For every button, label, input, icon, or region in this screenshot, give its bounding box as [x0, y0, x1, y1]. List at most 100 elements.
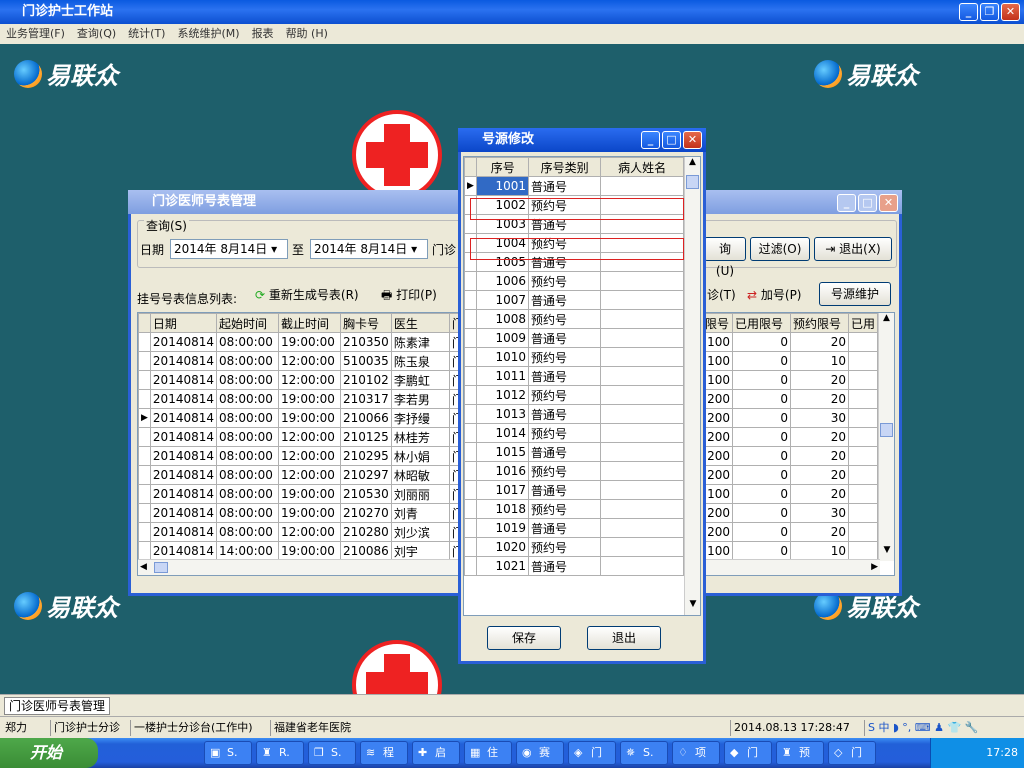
- column-header[interactable]: 已用限号: [732, 313, 791, 333]
- taskbar-item[interactable]: ♢ 项: [672, 741, 720, 765]
- table-row[interactable]: 2014081408:00:0012:00:00210295林小娟门: [138, 446, 467, 466]
- patient-name-cell[interactable]: [600, 328, 684, 348]
- visit-button[interactable]: 诊(T): [707, 284, 736, 306]
- seq-type-cell[interactable]: 普通号: [528, 290, 602, 310]
- menu-system[interactable]: 系统维护(M): [171, 24, 245, 44]
- table-row[interactable]: 200 0 20: [702, 522, 879, 542]
- menu-help[interactable]: 帮助 (H): [280, 24, 334, 44]
- table-row[interactable]: 100 0 20: [702, 332, 879, 352]
- column-header[interactable]: 预约限号: [790, 313, 849, 333]
- seq-type-cell[interactable]: 预约号: [528, 385, 602, 405]
- patient-name-cell[interactable]: [600, 347, 684, 367]
- source-grid[interactable]: 序号 序号类别 病人姓名 ▶ 1001 普通号 1002 预约号 1003 普通号 1004 预约号…: [463, 156, 701, 616]
- patient-name-cell[interactable]: [600, 176, 684, 196]
- table-row[interactable]: 100 0 20: [702, 484, 879, 504]
- taskbar-item[interactable]: ▣ S.: [204, 741, 252, 765]
- patient-name-cell[interactable]: [600, 537, 684, 557]
- seq-type-cell[interactable]: 普通号: [528, 556, 602, 576]
- table-row[interactable]: 200 0 30: [702, 408, 879, 428]
- patient-name-cell[interactable]: [600, 556, 684, 576]
- exit-button[interactable]: 退出: [587, 626, 661, 650]
- column-header[interactable]: 病人姓名: [600, 157, 684, 177]
- filter-button[interactable]: 过滤(O): [750, 237, 810, 261]
- table-row[interactable]: 1009 普通号: [464, 328, 684, 348]
- table-row[interactable]: 100 0 10: [702, 541, 879, 561]
- taskbar-item[interactable]: ≋ 程: [360, 741, 408, 765]
- table-row[interactable]: 1012 预约号: [464, 385, 684, 405]
- seq-type-cell[interactable]: 普通号: [528, 176, 602, 196]
- table-row[interactable]: 2014081408:00:0012:00:00210125林桂芳门: [138, 427, 467, 447]
- patient-name-cell[interactable]: [600, 366, 684, 386]
- menu-report[interactable]: 报表: [246, 24, 280, 44]
- mdi-tab-schedule[interactable]: 门诊医师号表管理: [4, 697, 111, 715]
- patient-name-cell[interactable]: [600, 404, 684, 424]
- seq-type-cell[interactable]: 普通号: [528, 328, 602, 348]
- table-row[interactable]: 1021 普通号: [464, 556, 684, 576]
- column-header[interactable]: 序号类别: [528, 157, 602, 177]
- column-header[interactable]: 日期: [149, 313, 218, 333]
- print-button[interactable]: 🖶 打印(P): [381, 284, 437, 306]
- taskbar-item[interactable]: ♜ 预: [776, 741, 824, 765]
- start-button[interactable]: 开始: [0, 738, 98, 768]
- table-row[interactable]: 2014081408:00:0019:00:00210530刘丽丽门: [138, 484, 467, 504]
- menu-query[interactable]: 查询(Q): [71, 24, 122, 44]
- taskbar-item[interactable]: ❒ S.: [308, 741, 356, 765]
- restore-button[interactable]: ❐: [980, 3, 999, 21]
- column-header[interactable]: 医生: [390, 313, 450, 333]
- column-header[interactable]: 起始时间: [216, 313, 279, 333]
- table-row[interactable]: 1013 普通号: [464, 404, 684, 424]
- minimize-button[interactable]: _: [959, 3, 978, 21]
- table-row[interactable]: 1008 预约号: [464, 309, 684, 329]
- table-row[interactable]: ▶2014081408:00:0019:00:00210066李抒缦门: [138, 408, 467, 428]
- close-button[interactable]: ✕: [683, 131, 702, 149]
- table-row[interactable]: 200 0 20: [702, 446, 879, 466]
- table-row[interactable]: ▶ 1001 普通号: [464, 176, 684, 196]
- seq-type-cell[interactable]: 普通号: [528, 480, 602, 500]
- exit-button[interactable]: ⇥ 退出(X): [814, 237, 892, 261]
- table-row[interactable]: 2014081408:00:0019:00:00210270刘青门: [138, 503, 467, 523]
- taskbar-item[interactable]: ▦ 住: [464, 741, 512, 765]
- table-row[interactable]: 100 0 10: [702, 351, 879, 371]
- table-row[interactable]: 2014081414:00:0019:00:00210086刘宇门: [138, 541, 467, 561]
- table-row[interactable]: 1006 预约号: [464, 271, 684, 291]
- table-row[interactable]: 1020 预约号: [464, 537, 684, 557]
- seq-type-cell[interactable]: 普通号: [528, 366, 602, 386]
- menu-business[interactable]: 业务管理(F): [0, 24, 71, 44]
- table-row[interactable]: 2014081408:00:0019:00:00210350陈素津门: [138, 332, 467, 352]
- table-row[interactable]: 200 0 20: [702, 465, 879, 485]
- table-row[interactable]: 100 0 20: [702, 370, 879, 390]
- vertical-scrollbar[interactable]: ▲ ▼: [684, 157, 700, 615]
- table-row[interactable]: 1010 预约号: [464, 347, 684, 367]
- menu-stats[interactable]: 统计(T): [122, 24, 171, 44]
- seq-type-cell[interactable]: 普通号: [528, 404, 602, 424]
- table-row[interactable]: 1015 普通号: [464, 442, 684, 462]
- table-row[interactable]: 2014081408:00:0019:00:00210317李若男门: [138, 389, 467, 409]
- table-row[interactable]: 1016 预约号: [464, 461, 684, 481]
- table-row[interactable]: 2014081408:00:0012:00:00210102李鹏虹门: [138, 370, 467, 390]
- maintain-source-button[interactable]: 号源维护: [819, 282, 891, 306]
- taskbar-item[interactable]: ✚ 启: [412, 741, 460, 765]
- seq-type-cell[interactable]: 预约号: [528, 537, 602, 557]
- seq-type-cell[interactable]: 普通号: [528, 518, 602, 538]
- maximize-button[interactable]: □: [858, 194, 877, 212]
- minimize-button[interactable]: _: [837, 194, 856, 212]
- maximize-button[interactable]: □: [662, 131, 681, 149]
- table-row[interactable]: 1014 预约号: [464, 423, 684, 443]
- column-header[interactable]: 序号: [476, 157, 530, 177]
- patient-name-cell[interactable]: [600, 499, 684, 519]
- table-row[interactable]: 1011 普通号: [464, 366, 684, 386]
- seq-type-cell[interactable]: 预约号: [528, 309, 602, 329]
- seq-type-cell[interactable]: 预约号: [528, 461, 602, 481]
- add-number-button[interactable]: ⇄ 加号(P): [747, 284, 802, 306]
- seq-type-cell[interactable]: 预约号: [528, 347, 602, 367]
- taskbar-item[interactable]: ◆ 门: [724, 741, 772, 765]
- taskbar-item[interactable]: ✵ S.: [620, 741, 668, 765]
- patient-name-cell[interactable]: [600, 309, 684, 329]
- patient-name-cell[interactable]: [600, 518, 684, 538]
- column-header[interactable]: 胸卡号: [340, 313, 392, 333]
- ime-toolbar[interactable]: S 中 ◗ °, ⌨ ♟ 👕 🔧: [864, 720, 978, 736]
- column-header[interactable]: 限号: [702, 313, 733, 333]
- taskbar-item[interactable]: ◈ 门: [568, 741, 616, 765]
- patient-name-cell[interactable]: [600, 442, 684, 462]
- close-button[interactable]: ✕: [879, 194, 898, 212]
